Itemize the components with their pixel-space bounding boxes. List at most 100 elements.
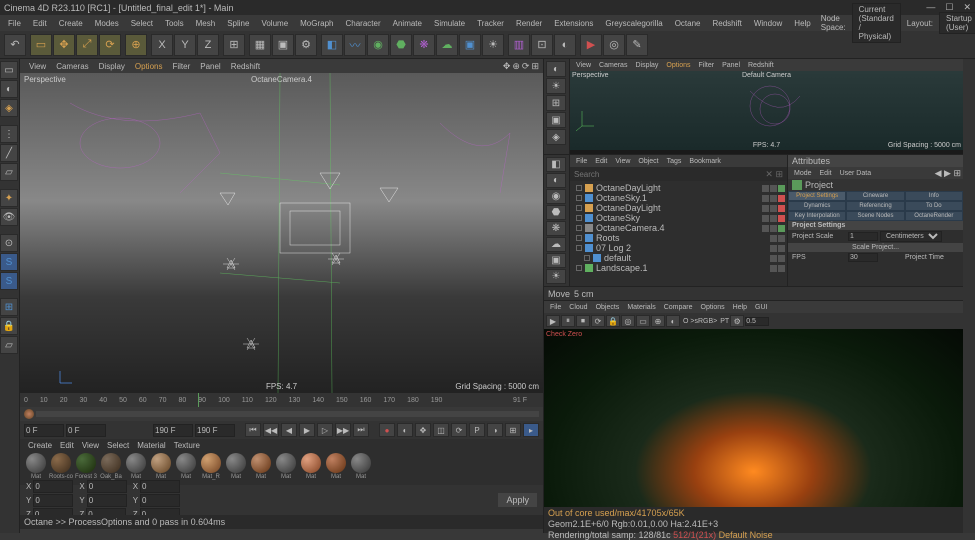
axis-mode[interactable]: ✦ [0, 189, 18, 207]
workplane-mode[interactable]: ◈ [0, 99, 18, 117]
material-thumb[interactable]: Mat [224, 453, 248, 483]
menu-file[interactable]: File [2, 17, 27, 30]
r-icon-2[interactable]: ☀ [546, 78, 566, 94]
tree-item[interactable]: OctaneSky.1 [572, 193, 785, 203]
render-settings[interactable]: ⚙ [295, 34, 317, 56]
texture-mode[interactable]: ◐ [0, 80, 18, 98]
r-icon-5[interactable]: ◈ [546, 129, 566, 145]
material-thumb[interactable]: Mat [124, 453, 148, 483]
playhead[interactable] [198, 393, 199, 407]
mat-view[interactable]: View [78, 441, 103, 450]
tab-key-interp[interactable]: Key Interpolation [788, 211, 846, 221]
menu-animate[interactable]: Animate [387, 17, 428, 30]
coord-system[interactable]: ⊞ [223, 34, 245, 56]
lv-channel[interactable]: O >sRGB> [681, 318, 719, 325]
tab-dynamics[interactable]: Dynamics [788, 201, 846, 211]
obj-icon-8[interactable]: ☀ [546, 269, 566, 284]
extrude-generator[interactable]: ⬣ [390, 34, 412, 56]
menu-render[interactable]: Render [510, 17, 548, 30]
move-tool[interactable]: ✥ [53, 34, 75, 56]
key-scale-button[interactable]: ◫ [433, 423, 449, 437]
tab-info[interactable]: Info [905, 191, 963, 201]
lv-focus-icon[interactable]: ⊕ [651, 315, 665, 327]
project-scale-unit[interactable]: Centimeters [880, 231, 942, 242]
lv-kernel[interactable]: PT [720, 318, 729, 325]
material-thumb[interactable]: Mat [249, 453, 273, 483]
obj-icon-3[interactable]: ◉ [546, 189, 566, 204]
vp-nav-zoom-icon[interactable]: ⊕ [512, 61, 520, 72]
key-param-button[interactable]: P [469, 423, 485, 437]
field-tool[interactable]: ⊡ [531, 34, 553, 56]
tab-octane-render[interactable]: OctaneRender [905, 211, 963, 221]
menu-extensions[interactable]: Extensions [548, 17, 599, 30]
vp-nav-rotate-icon[interactable]: ⟳ [522, 61, 530, 72]
lv-pause-icon[interactable]: ⏸ [561, 315, 575, 327]
poly-mode[interactable]: ▱ [0, 163, 18, 181]
lv-region-icon[interactable]: ▭ [636, 315, 650, 327]
deformer[interactable]: ❋ [413, 34, 435, 56]
vp-nav-pan-icon[interactable]: ✥ [503, 61, 511, 72]
tab-todo[interactable]: To Do [905, 201, 963, 211]
menu-mesh[interactable]: Mesh [190, 17, 222, 30]
material-thumb[interactable]: Mat [324, 453, 348, 483]
tree-item[interactable]: OctaneDayLight [572, 203, 785, 213]
spline-primitive[interactable]: 〰 [344, 34, 366, 56]
menu-select[interactable]: Select [125, 17, 159, 30]
lv-help[interactable]: Help [729, 304, 751, 311]
out-frame-input[interactable] [153, 424, 193, 437]
scale-tool[interactable]: ⤢ [76, 34, 98, 56]
attr-mode[interactable]: Mode [790, 170, 816, 177]
scale-project-button[interactable]: Scale Project... [788, 243, 963, 252]
tree-item[interactable]: OctaneCamera.4 [572, 223, 785, 233]
obj-object[interactable]: Object [634, 158, 662, 165]
obj-icon-2[interactable]: ◐ [546, 173, 566, 188]
vp-options[interactable]: Options [130, 61, 168, 72]
live-render-icon[interactable]: ▶ [580, 34, 602, 56]
menu-help[interactable]: Help [788, 17, 816, 30]
mograph-tool[interactable]: ▥ [508, 34, 530, 56]
lv-file[interactable]: File [546, 304, 565, 311]
snap-settings-1[interactable]: S [0, 253, 18, 271]
project-scale-input[interactable] [848, 232, 878, 241]
lv-lock-icon[interactable]: 🔒 [606, 315, 620, 327]
menu-modes[interactable]: Modes [89, 17, 125, 30]
tab-cineware[interactable]: Cineware [846, 191, 904, 201]
menu-greyscalegorilla[interactable]: Greyscalegorilla [599, 17, 668, 30]
obj-icon-5[interactable]: ❋ [546, 221, 566, 236]
autokey-button[interactable]: ◐ [397, 423, 413, 437]
rot-y-input[interactable] [140, 494, 180, 507]
material-thumb[interactable]: Mat [24, 453, 48, 483]
lv-refresh-icon[interactable]: ⟳ [591, 315, 605, 327]
obj-icon-6[interactable]: ☁ [546, 237, 566, 252]
render-pv[interactable]: ▣ [272, 34, 294, 56]
material-thumb[interactable]: Roots-co [49, 453, 73, 483]
material-thumb[interactable]: Mat [274, 453, 298, 483]
cube-primitive[interactable]: ◧ [321, 34, 343, 56]
key-pos-button[interactable]: ✥ [415, 423, 431, 437]
material-thumb[interactable]: Mat [299, 453, 323, 483]
material-thumb[interactable]: Mat [174, 453, 198, 483]
recent-tool[interactable]: ⊕ [125, 34, 147, 56]
viewport-solo[interactable]: 👁 [0, 208, 18, 226]
mvp-cameras[interactable]: Cameras [595, 62, 631, 69]
lv-materials[interactable]: Materials [623, 304, 659, 311]
mat-material[interactable]: Material [133, 441, 169, 450]
vp-panel[interactable]: Panel [195, 61, 225, 72]
size-x-input[interactable] [87, 480, 127, 493]
snap-settings-2[interactable]: S [0, 272, 18, 290]
mvp-redshift[interactable]: Redshift [744, 62, 778, 69]
mat-edit[interactable]: Edit [56, 441, 78, 450]
layout-dropdown[interactable]: Startup (User) [939, 12, 975, 34]
menu-tracker[interactable]: Tracker [471, 17, 510, 30]
in-frame-input[interactable] [66, 424, 106, 437]
play-button[interactable]: ▶ [299, 423, 315, 437]
tree-item[interactable]: OctaneDayLight [572, 183, 785, 193]
model-mode[interactable]: ▭ [0, 61, 18, 79]
tab-referencing[interactable]: Referencing [846, 201, 904, 211]
prev-frame-button[interactable]: ◀ [281, 423, 297, 437]
obj-view[interactable]: View [611, 158, 634, 165]
menu-edit[interactable]: Edit [27, 17, 53, 30]
timeline-ruler[interactable]: 0 10 20 30 40 50 60 70 80 90 100 110 120… [20, 393, 543, 407]
mat-create[interactable]: Create [24, 441, 56, 450]
attr-edit[interactable]: Edit [816, 170, 836, 177]
